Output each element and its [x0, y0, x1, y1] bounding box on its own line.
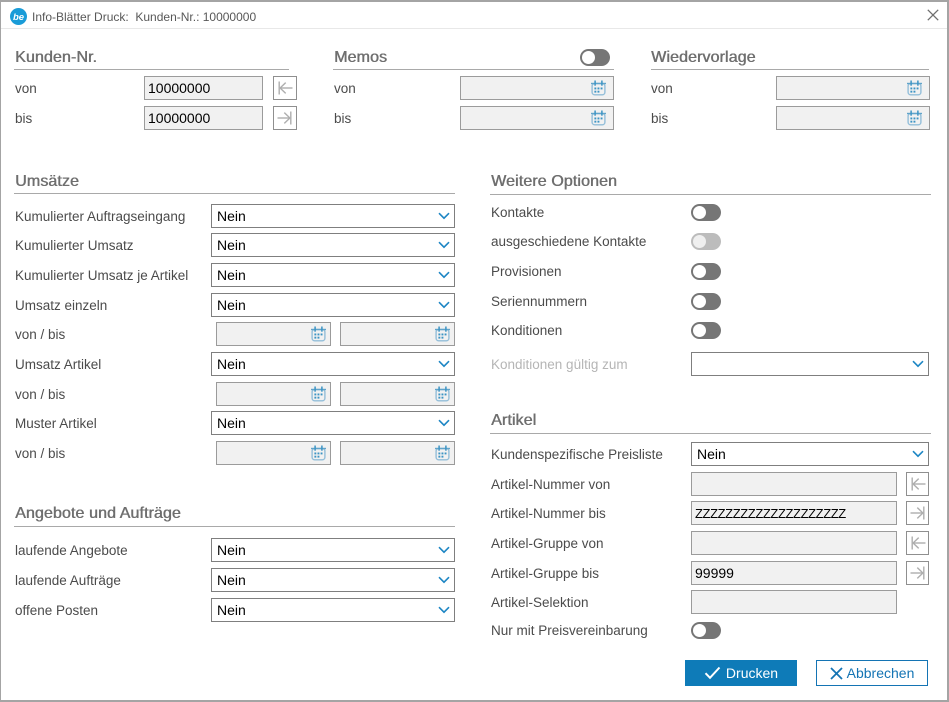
svg-text:be: be — [13, 12, 25, 23]
